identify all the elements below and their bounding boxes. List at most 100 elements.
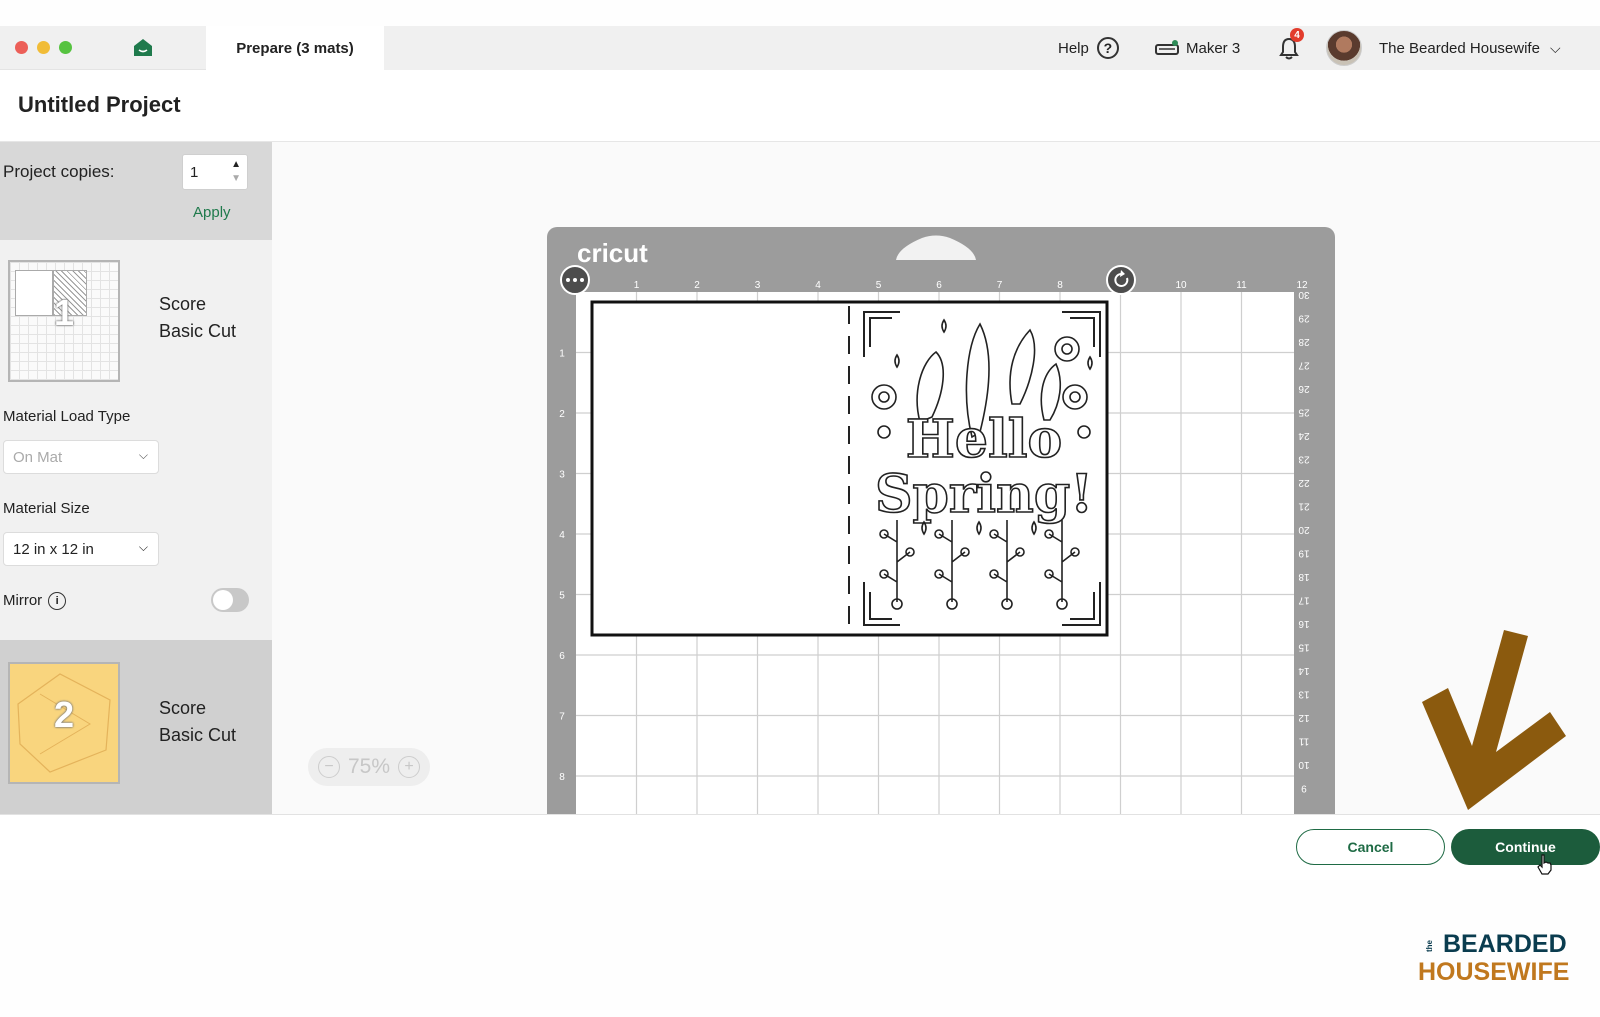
apply-button[interactable]: Apply xyxy=(193,204,231,221)
ruler-right-label: 21 xyxy=(1298,501,1310,512)
ruler-right-label: 29 xyxy=(1298,313,1310,324)
mat-card-2[interactable]: 2 Score Basic Cut xyxy=(0,640,272,814)
mat-canvas[interactable]: cricut 123456789101112123456783029282726… xyxy=(272,142,1600,814)
card-text-hello: Hello xyxy=(906,409,1062,470)
ruler-top-label: 5 xyxy=(876,280,882,291)
ruler-right-label: 10 xyxy=(1298,759,1310,770)
mat-2-number: 2 xyxy=(53,694,75,735)
ruler-right-label: 16 xyxy=(1298,618,1310,629)
ruler-right-label: 23 xyxy=(1298,454,1310,465)
user-menu[interactable]: The Bearded Housewife ⌵ xyxy=(1379,26,1561,70)
cancel-button[interactable]: Cancel xyxy=(1296,829,1445,865)
mirror-row: Mirror i xyxy=(3,592,67,611)
ruler-left-label: 7 xyxy=(559,712,565,723)
avatar[interactable] xyxy=(1326,30,1362,66)
project-copies-section: Project copies: 1 ▲ ▼ Apply xyxy=(0,142,272,240)
ruler-right-label: 20 xyxy=(1298,524,1310,535)
rotate-icon[interactable] xyxy=(1106,265,1136,295)
ruler-top-label: 10 xyxy=(1175,280,1187,291)
material-load-type-select: On Mat ⌵ xyxy=(3,440,159,474)
help-icon: ? xyxy=(1096,37,1119,59)
ruler-right-label: 14 xyxy=(1298,665,1310,676)
tab-prepare[interactable]: Prepare (3 mats) xyxy=(206,26,384,70)
cutting-mat[interactable]: cricut 123456789101112123456783029282726… xyxy=(272,142,1600,814)
material-size-select[interactable]: 12 in x 12 in ⌵ xyxy=(3,532,159,566)
ruler-top-label: 3 xyxy=(755,280,761,291)
ruler-right-label: 24 xyxy=(1298,430,1310,441)
load-type-value: On Mat xyxy=(13,449,63,466)
toggle-knob xyxy=(213,590,233,610)
watermark-logo: the BEARDED HOUSEWIFE xyxy=(1418,930,1570,986)
info-icon[interactable]: i xyxy=(48,592,67,611)
ruler-right-label: 12 xyxy=(1298,712,1310,723)
help-label: Help xyxy=(1058,39,1089,57)
card-text-spring: Spring! xyxy=(875,464,1093,525)
ruler-right-label: 25 xyxy=(1298,407,1310,418)
material-load-type-label: Material Load Type xyxy=(3,408,131,425)
footer-bar: Cancel Continue xyxy=(0,814,1600,880)
title-bar: Prepare (3 mats) Help ? Maker 3 4 The Be… xyxy=(0,26,1600,70)
ruler-left-label: 4 xyxy=(559,530,565,541)
ruler-top-label: 8 xyxy=(1057,280,1063,291)
machine-button[interactable]: Maker 3 xyxy=(1155,26,1240,70)
watermark-line1: BEARDED xyxy=(1443,930,1567,958)
chevron-down-icon: ⌵ xyxy=(138,540,148,554)
mat-options-button[interactable] xyxy=(560,265,590,295)
mat-2-cut-type: Basic Cut xyxy=(159,725,237,745)
watermark-line2: HOUSEWIFE xyxy=(1418,958,1570,986)
tab-prepare-label: Prepare (3 mats) xyxy=(236,39,354,57)
mat-card-1[interactable]: 1 Score Basic Cut xyxy=(0,240,272,390)
machine-icon xyxy=(1155,40,1179,55)
annotation-arrow xyxy=(1422,630,1566,810)
ruler-top-label: 11 xyxy=(1236,280,1247,291)
mat-1-number: 1 xyxy=(53,292,75,333)
ruler-left-label: 3 xyxy=(559,470,565,481)
increment-icon[interactable]: ▲ xyxy=(231,158,241,172)
ruler-right-label: 9 xyxy=(1301,783,1307,794)
zoom-window-button[interactable] xyxy=(59,41,72,54)
watermark-the: the xyxy=(1425,940,1434,952)
continue-button[interactable]: Continue xyxy=(1451,829,1600,865)
notification-badge: 4 xyxy=(1290,28,1304,42)
minimize-window-button[interactable] xyxy=(37,41,50,54)
mat-1-thumbnail: 1 xyxy=(8,260,120,382)
mat-1-label: Score Basic Cut xyxy=(159,291,236,345)
home-icon[interactable] xyxy=(132,37,154,57)
mirror-label: Mirror xyxy=(3,592,43,609)
material-size-label: Material Size xyxy=(3,500,90,517)
ruler-left-label: 2 xyxy=(559,409,565,420)
ruler-top-label: 2 xyxy=(694,280,700,291)
mat-2-label: Score Basic Cut xyxy=(159,695,236,749)
ruler-left-label: 1 xyxy=(559,349,565,360)
copies-stepper[interactable]: ▲ ▼ xyxy=(231,158,241,186)
page-title: Untitled Project xyxy=(18,92,181,117)
ruler-top-label: 1 xyxy=(634,280,640,291)
ruler-left-label: 6 xyxy=(559,651,565,662)
mat-2-thumbnail: 2 xyxy=(8,662,120,784)
mirror-toggle[interactable] xyxy=(211,588,249,612)
mat-1-cut-type: Basic Cut xyxy=(159,321,237,341)
chevron-down-icon: ⌵ xyxy=(1549,39,1561,56)
ruler-right-label: 28 xyxy=(1298,336,1310,347)
decrement-icon[interactable]: ▼ xyxy=(231,172,241,186)
ruler-left-label: 8 xyxy=(559,772,565,783)
ruler-right-label: 17 xyxy=(1298,595,1310,606)
zoom-control: − 75% + xyxy=(308,748,430,786)
chevron-down-icon: ⌵ xyxy=(138,448,148,462)
close-window-button[interactable] xyxy=(15,41,28,54)
ruler-right-label: 15 xyxy=(1298,642,1310,653)
copies-input[interactable]: 1 ▲ ▼ xyxy=(182,154,248,190)
ruler-right-label: 26 xyxy=(1298,383,1310,394)
zoom-in-button[interactable]: + xyxy=(397,756,420,778)
zoom-out-button[interactable]: − xyxy=(317,756,340,778)
copies-label: Project copies: xyxy=(3,162,115,181)
ruler-right-label: 27 xyxy=(1298,360,1310,371)
mat-2-operation: Score xyxy=(159,698,207,718)
ruler-top-label: 7 xyxy=(997,280,1003,291)
ruler-right-label: 30 xyxy=(1298,289,1310,300)
user-name: The Bearded Housewife xyxy=(1379,39,1540,57)
project-bar: Untitled Project xyxy=(0,70,1600,142)
mat-1-operation: Score xyxy=(159,294,207,314)
material-size-value: 12 in x 12 in xyxy=(13,541,94,558)
help-button[interactable]: Help ? xyxy=(1058,26,1119,70)
